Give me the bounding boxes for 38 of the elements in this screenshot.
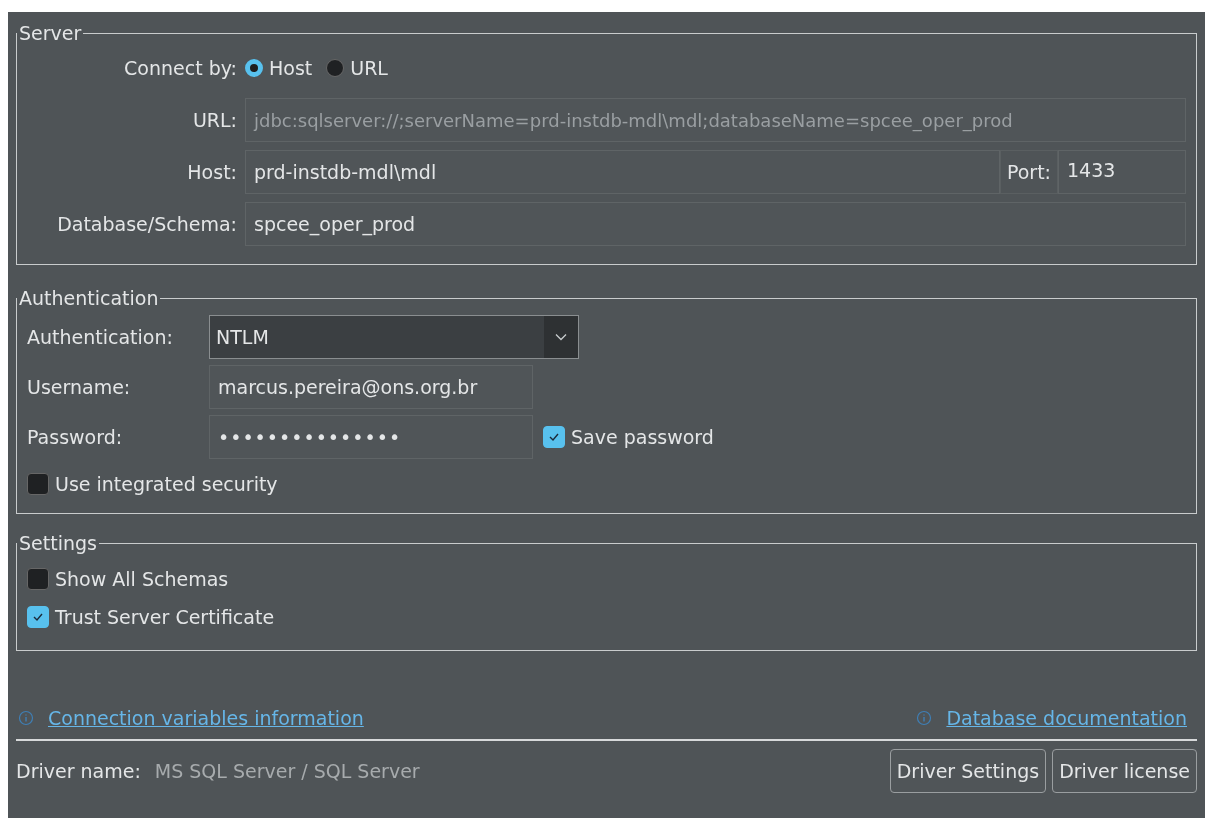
field-label: Password: bbox=[27, 426, 124, 448]
host-field[interactable]: prd-instdb-mdl\mdl bbox=[245, 150, 1000, 194]
chevron-down-icon bbox=[555, 333, 567, 341]
radio-icon[interactable] bbox=[326, 59, 345, 77]
driver-name: MS SQL Server / SQL Server bbox=[154, 760, 420, 782]
checkbox-icon[interactable] bbox=[543, 426, 565, 448]
field-label: Database/Schema: bbox=[56, 213, 238, 235]
field-label: URL: bbox=[191, 109, 238, 131]
authentication-dropdown[interactable]: NTLM bbox=[209, 315, 579, 359]
driver-label: Driver name: bbox=[16, 760, 142, 782]
field-label: Authentication: bbox=[27, 326, 174, 348]
field-label: Username: bbox=[27, 376, 132, 398]
checkbox-option[interactable]: Use integrated security bbox=[27, 465, 1186, 503]
field-label: Connect by: bbox=[123, 57, 238, 79]
field-label: Port: bbox=[999, 150, 1058, 194]
field-label: Host: bbox=[186, 161, 238, 183]
link[interactable]: Connection variables information bbox=[48, 707, 364, 729]
link[interactable]: Database documentation bbox=[946, 707, 1187, 729]
driver-button[interactable]: Driver Settings bbox=[889, 749, 1047, 793]
radio-icon[interactable] bbox=[245, 59, 263, 77]
group-title: Server bbox=[18, 22, 83, 44]
group-title: Authentication bbox=[18, 287, 160, 309]
checkbox-icon[interactable] bbox=[27, 473, 49, 495]
checkbox-icon[interactable] bbox=[27, 606, 49, 628]
checkbox-option[interactable]: Show All Schemas bbox=[27, 560, 1186, 598]
checkbox-option[interactable]: Save password bbox=[543, 418, 714, 456]
checkbox-icon[interactable] bbox=[27, 568, 49, 590]
radio-option[interactable]: Host bbox=[245, 57, 313, 79]
info-icon bbox=[18, 710, 34, 726]
checkbox-option[interactable]: Trust Server Certificate bbox=[27, 598, 1186, 636]
username-field[interactable]: marcus.pereira@ons.org.br bbox=[209, 365, 533, 409]
database-field[interactable]: spcee_oper_prod bbox=[245, 202, 1186, 246]
info-icon bbox=[916, 710, 933, 726]
driver-button[interactable]: Driver license bbox=[1052, 749, 1197, 793]
password-field[interactable]: ••••••••••••••• bbox=[209, 415, 533, 459]
group-title: Settings bbox=[18, 532, 98, 554]
port-field[interactable]: 1433 bbox=[1058, 150, 1186, 194]
radio-option[interactable]: URL bbox=[326, 57, 388, 79]
